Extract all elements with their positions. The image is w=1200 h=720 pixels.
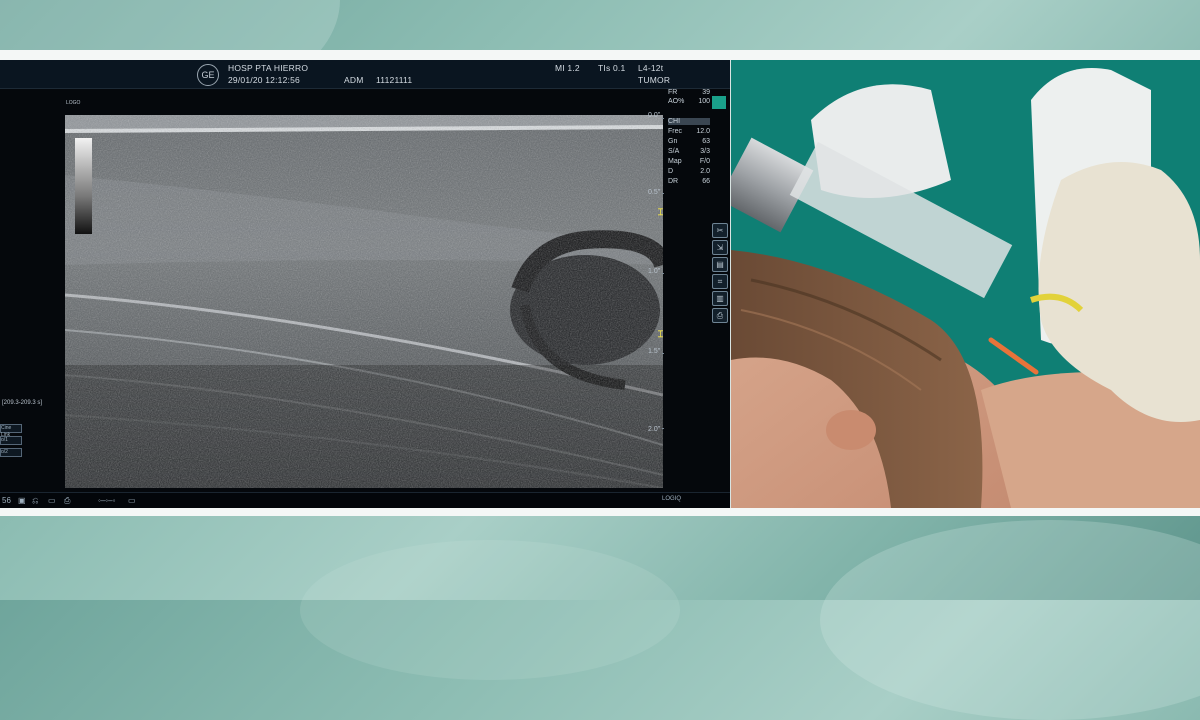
frame-counter: 56: [2, 496, 11, 505]
cine-link-button[interactable]: Cine Link: [0, 424, 22, 438]
layout-icon[interactable]: ▤: [712, 257, 728, 272]
cine-button-2[interactable]: o/2: [0, 448, 22, 457]
grayscale-bar: [75, 138, 92, 234]
report-icon[interactable]: ▥: [712, 291, 728, 306]
depth-label-0: 0.0": [648, 112, 661, 119]
monitor-icon: ▭: [128, 496, 136, 505]
patient-id: 11121111: [376, 75, 413, 85]
print-icon[interactable]: ⎙: [712, 308, 728, 323]
logiq-brand: LOGIQ: [662, 496, 682, 502]
ultrasound-image: [65, 115, 663, 488]
probe-name: L4-12t: [638, 63, 664, 73]
ge-logo: GE: [197, 64, 219, 86]
preset-name: TUMOR: [638, 75, 671, 85]
network-icon[interactable]: ⎌: [32, 496, 38, 506]
ultrasound-screen: GE HOSP PTA HIERRO 29/01/20 12:12:56 ADM…: [0, 60, 730, 508]
depth-label-2: 1.0": [648, 268, 661, 275]
printer-status-icon[interactable]: ⎙: [64, 496, 70, 506]
disk-icon[interactable]: ▭: [48, 496, 56, 505]
cine-range: [209.3-209.3 s]: [2, 400, 43, 406]
exam-datetime: 29/01/20 12:12:56: [228, 75, 300, 85]
depth-label-3: 1.5": [648, 348, 661, 355]
focus-marker-bottom: ⌶: [657, 329, 664, 339]
cine-button-1[interactable]: o/1: [0, 436, 22, 445]
ultrasound-image-graphic: [65, 115, 663, 488]
thermal-index: TIs 0.1: [598, 63, 626, 73]
connection-icon: ◦–◦–◦: [98, 496, 116, 505]
mechanical-index: MI 1.2: [555, 63, 580, 73]
hospital-name: HOSP PTA HIERRO: [228, 63, 309, 73]
depth-label-4: 2.0": [648, 426, 661, 433]
depth-label-1: 0.5": [648, 189, 661, 196]
operator: ADM: [344, 75, 364, 85]
status-indicator: [712, 96, 726, 109]
tools-icon[interactable]: ✂: [712, 223, 728, 238]
measure-icon[interactable]: ⌗: [712, 274, 728, 289]
logo-label: LOGO: [66, 100, 81, 106]
probe-icon[interactable]: ▣: [18, 496, 26, 505]
export-icon[interactable]: ⇲: [712, 240, 728, 255]
procedure-photo: [731, 60, 1200, 508]
focus-marker-top: ⌶: [657, 207, 664, 217]
procedure-photo-graphic: [731, 60, 1200, 508]
